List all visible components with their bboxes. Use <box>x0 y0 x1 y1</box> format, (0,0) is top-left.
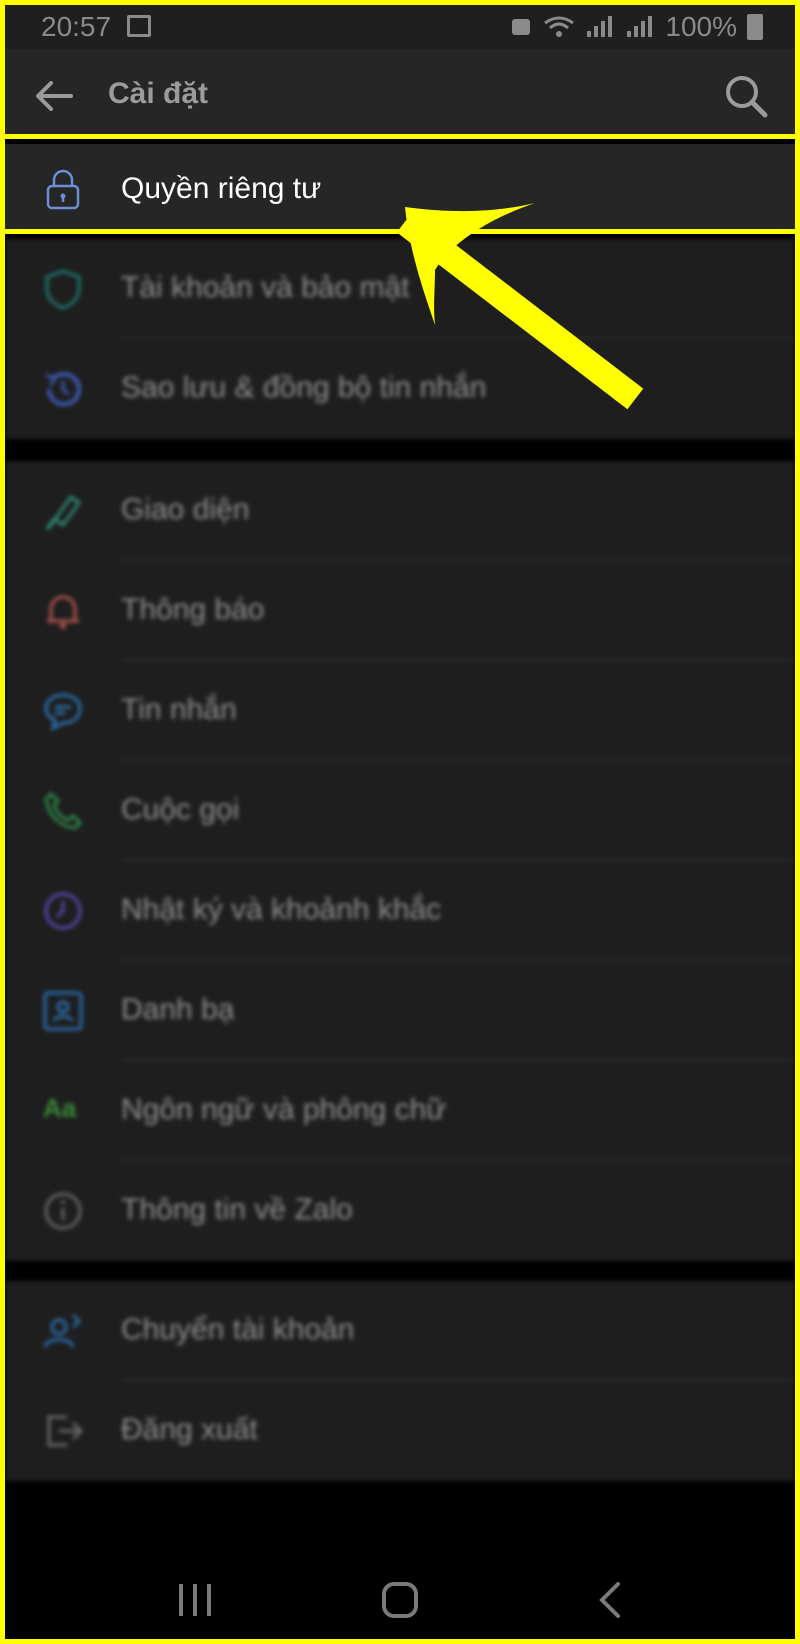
logout-icon <box>47 1415 84 1447</box>
settings-item-label: Tin nhắn <box>121 693 237 726</box>
back-nav-icon[interactable] <box>580 1570 640 1630</box>
contacts-icon <box>43 991 83 1031</box>
settings-item-label: Quyền riêng tư <box>121 172 322 205</box>
info-icon <box>44 1192 82 1230</box>
settings-item-label: Đăng xuất <box>121 1413 258 1446</box>
settings-item-backup-sync[interactable]: Sao lưu & đồng bộ tin nhắn <box>5 339 795 439</box>
status-bar: 20:57 100% <box>5 5 795 49</box>
settings-screen: 20:57 100% Cài đặt Quyền riêng tư Tài kh… <box>0 0 800 1644</box>
settings-item-label: Danh bạ <box>121 993 235 1026</box>
alarm-icon <box>512 19 531 35</box>
settings-item-label: Nhật ký và khoảnh khắc <box>121 893 442 926</box>
settings-section-general: Giao diện Thông báo Tin nhắn Cuộc gọi Nh… <box>5 461 795 1261</box>
signal-icon-2 <box>627 16 653 37</box>
settings-item-language-font[interactable]: Aa Ngôn ngữ và phông chữ <box>5 1061 795 1161</box>
settings-item-label: Tài khoản và bảo mật <box>121 271 410 304</box>
settings-item-switch-account[interactable]: Chuyển tài khoản <box>5 1281 795 1381</box>
lock-icon <box>46 169 80 210</box>
settings-item-timeline[interactable]: Nhật ký và khoảnh khắc <box>5 861 795 961</box>
shield-icon <box>45 269 81 310</box>
settings-item-messages[interactable]: Tin nhắn <box>5 661 795 761</box>
settings-item-privacy[interactable]: Quyền riêng tư <box>5 144 795 234</box>
settings-item-label: Chuyển tài khoản <box>121 1313 355 1346</box>
phone-icon <box>44 791 83 830</box>
bell-icon <box>47 595 79 629</box>
settings-item-about-zalo[interactable]: Thông tin về Zalo <box>5 1161 795 1261</box>
font-icon: Aa <box>43 1093 77 1123</box>
switch-account-icon <box>43 1313 82 1348</box>
page-title: Cài đặt <box>108 77 209 110</box>
settings-item-notifications[interactable]: Thông báo <box>5 561 795 661</box>
battery-percent: 100% <box>665 11 737 42</box>
back-arrow-icon[interactable] <box>31 73 77 119</box>
home-icon[interactable] <box>370 1570 430 1630</box>
settings-item-account-security[interactable]: Tài khoản và bảo mật <box>5 239 795 339</box>
settings-item-label: Thông tin về Zalo <box>121 1193 353 1226</box>
wifi-icon <box>544 16 575 37</box>
settings-section-session: Chuyển tài khoản Đăng xuất <box>5 1281 795 1481</box>
status-time: 20:57 <box>41 11 112 42</box>
search-icon[interactable] <box>721 71 771 121</box>
settings-item-label: Thông báo <box>121 593 265 626</box>
settings-item-label: Ngôn ngữ và phông chữ <box>121 1093 447 1126</box>
battery-icon <box>747 14 763 40</box>
paint-brush-icon <box>45 494 82 531</box>
settings-item-appearance[interactable]: Giao diện <box>5 461 795 561</box>
signal-icon <box>587 16 613 37</box>
app-header: Cài đặt <box>5 49 795 139</box>
settings-item-logout[interactable]: Đăng xuất <box>5 1381 795 1481</box>
system-nav-bar <box>5 1550 795 1639</box>
settings-item-label: Cuộc gọi <box>121 793 240 826</box>
settings-item-calls[interactable]: Cuộc gọi <box>5 761 795 861</box>
recent-apps-icon[interactable] <box>165 1570 225 1630</box>
settings-item-contacts[interactable]: Danh bạ <box>5 961 795 1061</box>
clock-icon <box>44 892 82 930</box>
settings-item-label: Giao diện <box>121 493 250 526</box>
settings-section-account: Tài khoản và bảo mật Sao lưu & đồng bộ t… <box>5 239 795 439</box>
history-icon <box>45 372 81 407</box>
settings-item-label: Sao lưu & đồng bộ tin nhắn <box>121 371 487 404</box>
status-right: 100% <box>509 11 763 43</box>
gallery-icon <box>127 15 151 37</box>
chat-bubble-icon <box>44 693 82 731</box>
